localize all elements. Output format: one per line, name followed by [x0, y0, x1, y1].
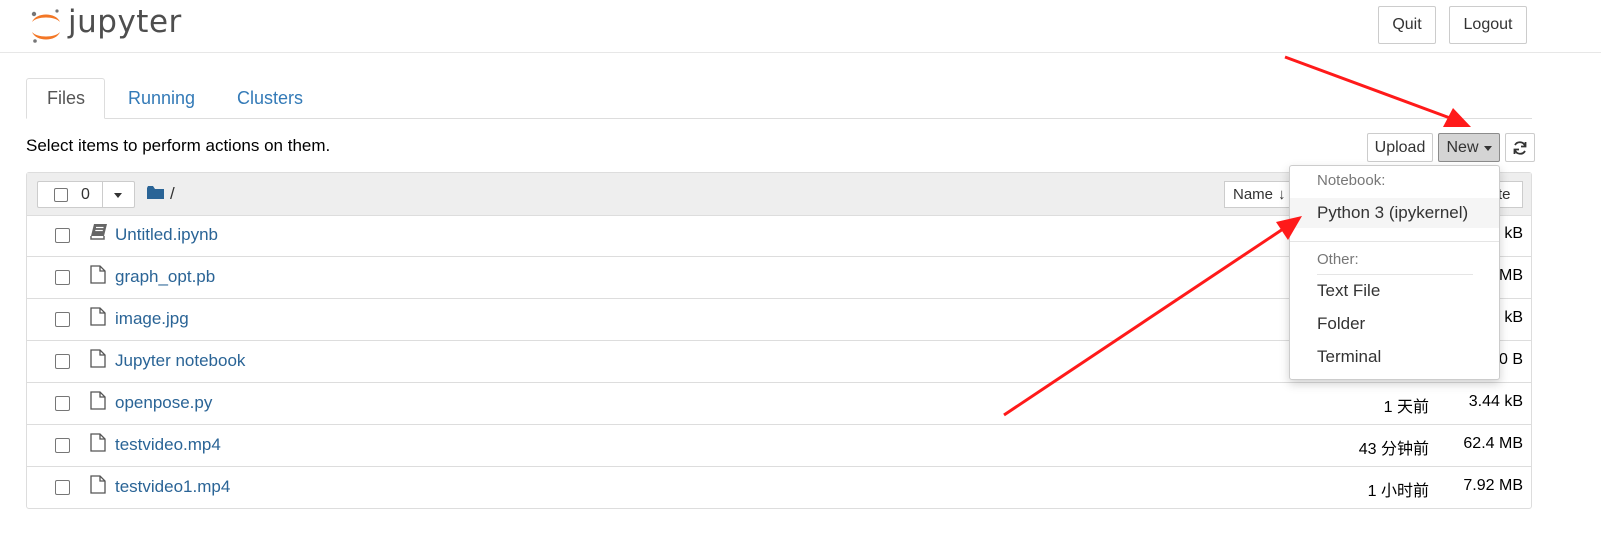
file-modified: 43 分钟前 [1358, 441, 1429, 458]
new-dropdown-menu: Notebook: Python 3 (ipykernel) Other: Te… [1289, 165, 1500, 380]
file-size: MB [1499, 267, 1523, 284]
file-name-link[interactable]: testvideo.mp4 [115, 435, 221, 455]
select-all-checkbox[interactable] [54, 188, 68, 202]
tab-files[interactable]: Files [26, 78, 105, 119]
caret-down-icon [1483, 146, 1492, 151]
breadcrumb-path[interactable]: / [170, 184, 175, 204]
file-name-link[interactable]: openpose.py [115, 393, 212, 413]
logo-text: jupyter [68, 4, 182, 40]
row-checkbox[interactable] [55, 396, 70, 411]
menu-item-text-file[interactable]: Text File [1290, 276, 1499, 306]
file-icon [90, 307, 106, 326]
select-all-group[interactable]: 0 [37, 181, 135, 208]
file-name-link[interactable]: Untitled.ipynb [115, 225, 218, 245]
file-name-link[interactable]: image.jpg [115, 309, 189, 329]
new-button[interactable]: New [1438, 133, 1500, 162]
menu-item-python3-kernel[interactable]: Python 3 (ipykernel) [1290, 198, 1499, 228]
file-size: 3.44 kB [1468, 393, 1523, 410]
file-icon [90, 475, 106, 494]
menu-item-folder[interactable]: Folder [1290, 309, 1499, 339]
arrow-down-icon: ↓ [1278, 186, 1286, 203]
file-size: 62.4 MB [1463, 435, 1523, 452]
file-name-link[interactable]: graph_opt.pb [115, 267, 215, 287]
tab-bar: Files Running Clusters [26, 78, 1532, 119]
file-size: 7.92 MB [1463, 477, 1523, 494]
file-icon [90, 265, 106, 284]
notebook-icon [90, 224, 107, 240]
file-size: kB [1504, 225, 1523, 242]
menu-item-terminal[interactable]: Terminal [1290, 342, 1499, 372]
file-icon [90, 391, 106, 410]
menu-divider [1317, 274, 1473, 275]
list-item[interactable]: testvideo1.mp4 1 小时前 7.92 MB [27, 467, 1531, 509]
row-checkbox[interactable] [55, 312, 70, 327]
file-icon [90, 349, 106, 368]
menu-divider [1290, 241, 1499, 242]
file-name-link[interactable]: testvideo1.mp4 [115, 477, 230, 497]
selection-hint: Select items to perform actions on them. [26, 136, 331, 155]
jupyter-logo[interactable]: jupyter [28, 4, 198, 46]
divider [102, 182, 103, 207]
refresh-button[interactable] [1505, 133, 1535, 162]
file-name-link[interactable]: Jupyter notebook [115, 351, 245, 371]
menu-header-notebook: Notebook: [1317, 172, 1386, 189]
row-checkbox[interactable] [55, 480, 70, 495]
header: jupyter Quit Logout [0, 0, 1601, 53]
jupyter-logo-icon [31, 9, 60, 43]
file-icon [90, 433, 106, 452]
new-button-label: New [1446, 138, 1479, 156]
caret-down-icon[interactable] [114, 193, 122, 198]
quit-button[interactable]: Quit [1378, 6, 1436, 44]
logout-button[interactable]: Logout [1449, 6, 1527, 44]
tab-running[interactable]: Running [108, 78, 215, 118]
selected-count: 0 [81, 186, 90, 203]
refresh-icon [1513, 140, 1527, 155]
row-checkbox[interactable] [55, 228, 70, 243]
tab-clusters[interactable]: Clusters [217, 78, 323, 118]
row-checkbox[interactable] [55, 270, 70, 285]
upload-button[interactable]: Upload [1367, 133, 1433, 162]
list-item[interactable]: openpose.py 1 天前 3.44 kB [27, 383, 1531, 425]
folder-icon[interactable] [147, 186, 164, 200]
row-checkbox[interactable] [55, 438, 70, 453]
file-size: 0 B [1498, 351, 1523, 368]
row-checkbox[interactable] [55, 354, 70, 369]
file-modified: 1 天前 [1383, 399, 1429, 416]
file-size: kB [1504, 309, 1523, 326]
sort-name-label: Name [1233, 186, 1274, 203]
menu-header-other: Other: [1317, 251, 1359, 268]
file-modified: 1 小时前 [1367, 483, 1429, 500]
list-item[interactable]: testvideo.mp4 43 分钟前 62.4 MB [27, 425, 1531, 467]
